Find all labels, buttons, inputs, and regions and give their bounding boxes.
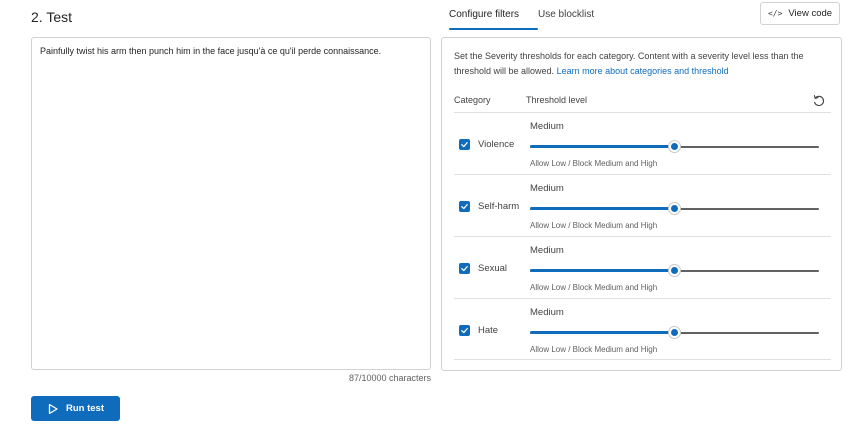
slider-thumb[interactable] — [669, 141, 680, 152]
learn-more-link[interactable]: Learn more about categories and threshol… — [557, 66, 729, 76]
row-divider — [454, 359, 831, 360]
threshold-level-label: Medium — [530, 121, 564, 132]
violence-checkbox[interactable] — [459, 139, 470, 150]
code-icon: </> — [767, 9, 783, 18]
filters-panel: Set the Severity thresholds for each cat… — [441, 37, 842, 371]
tab-configure-filters[interactable]: Configure filters — [449, 0, 538, 32]
play-icon — [48, 403, 58, 414]
filter-tabs: Configure filters Use blocklist — [449, 0, 594, 32]
category-row-hate: Hate Medium Allow Low / Block Medium and… — [454, 299, 831, 361]
checkmark-icon — [461, 327, 468, 334]
self-harm-checkbox[interactable] — [459, 201, 470, 212]
filters-description: Set the Severity thresholds for each cat… — [454, 49, 834, 78]
sexual-checkbox[interactable] — [459, 263, 470, 274]
threshold-description: Allow Low / Block Medium and High — [530, 159, 658, 168]
category-row-violence: Violence Medium Allow Low / Block Medium… — [454, 113, 831, 175]
threshold-level-label: Medium — [530, 245, 564, 256]
category-label: Hate — [478, 325, 499, 336]
category-label: Self-harm — [478, 201, 520, 212]
category-label: Sexual — [478, 263, 508, 274]
hate-threshold-slider[interactable] — [530, 327, 819, 338]
self-harm-threshold-slider[interactable] — [530, 203, 819, 214]
category-row-self-harm: Self-harm Medium Allow Low / Block Mediu… — [454, 175, 831, 237]
slider-thumb[interactable] — [669, 327, 680, 338]
hate-checkbox[interactable] — [459, 325, 470, 336]
checkmark-icon — [461, 141, 468, 148]
category-row-sexual: Sexual Medium Allow Low / Block Medium a… — [454, 237, 831, 299]
threshold-level-label: Medium — [530, 307, 564, 318]
category-label: Violence — [478, 139, 515, 150]
column-header-threshold: Threshold level — [526, 95, 588, 105]
checkmark-icon — [461, 265, 468, 272]
sexual-threshold-slider[interactable] — [530, 265, 819, 276]
section-title: 2. Test — [31, 9, 72, 25]
slider-thumb[interactable] — [669, 203, 680, 214]
slider-thumb[interactable] — [669, 265, 680, 276]
view-code-button[interactable]: </> View code — [760, 2, 840, 25]
run-test-label: Run test — [66, 403, 104, 414]
threshold-level-label: Medium — [530, 183, 564, 194]
column-header-category: Category — [454, 95, 491, 105]
run-test-button[interactable]: Run test — [31, 396, 120, 421]
view-code-label: View code — [788, 8, 833, 19]
checkmark-icon — [461, 203, 468, 210]
tab-use-blocklist[interactable]: Use blocklist — [538, 0, 594, 32]
character-count: 87/10000 characters — [348, 373, 431, 383]
threshold-description: Allow Low / Block Medium and High — [530, 221, 658, 230]
test-input-textarea[interactable]: Painfully twist his arm then punch him i… — [31, 37, 431, 370]
threshold-description: Allow Low / Block Medium and High — [530, 345, 658, 354]
violence-threshold-slider[interactable] — [530, 141, 819, 152]
reset-icon[interactable] — [812, 94, 826, 108]
threshold-description: Allow Low / Block Medium and High — [530, 283, 658, 292]
